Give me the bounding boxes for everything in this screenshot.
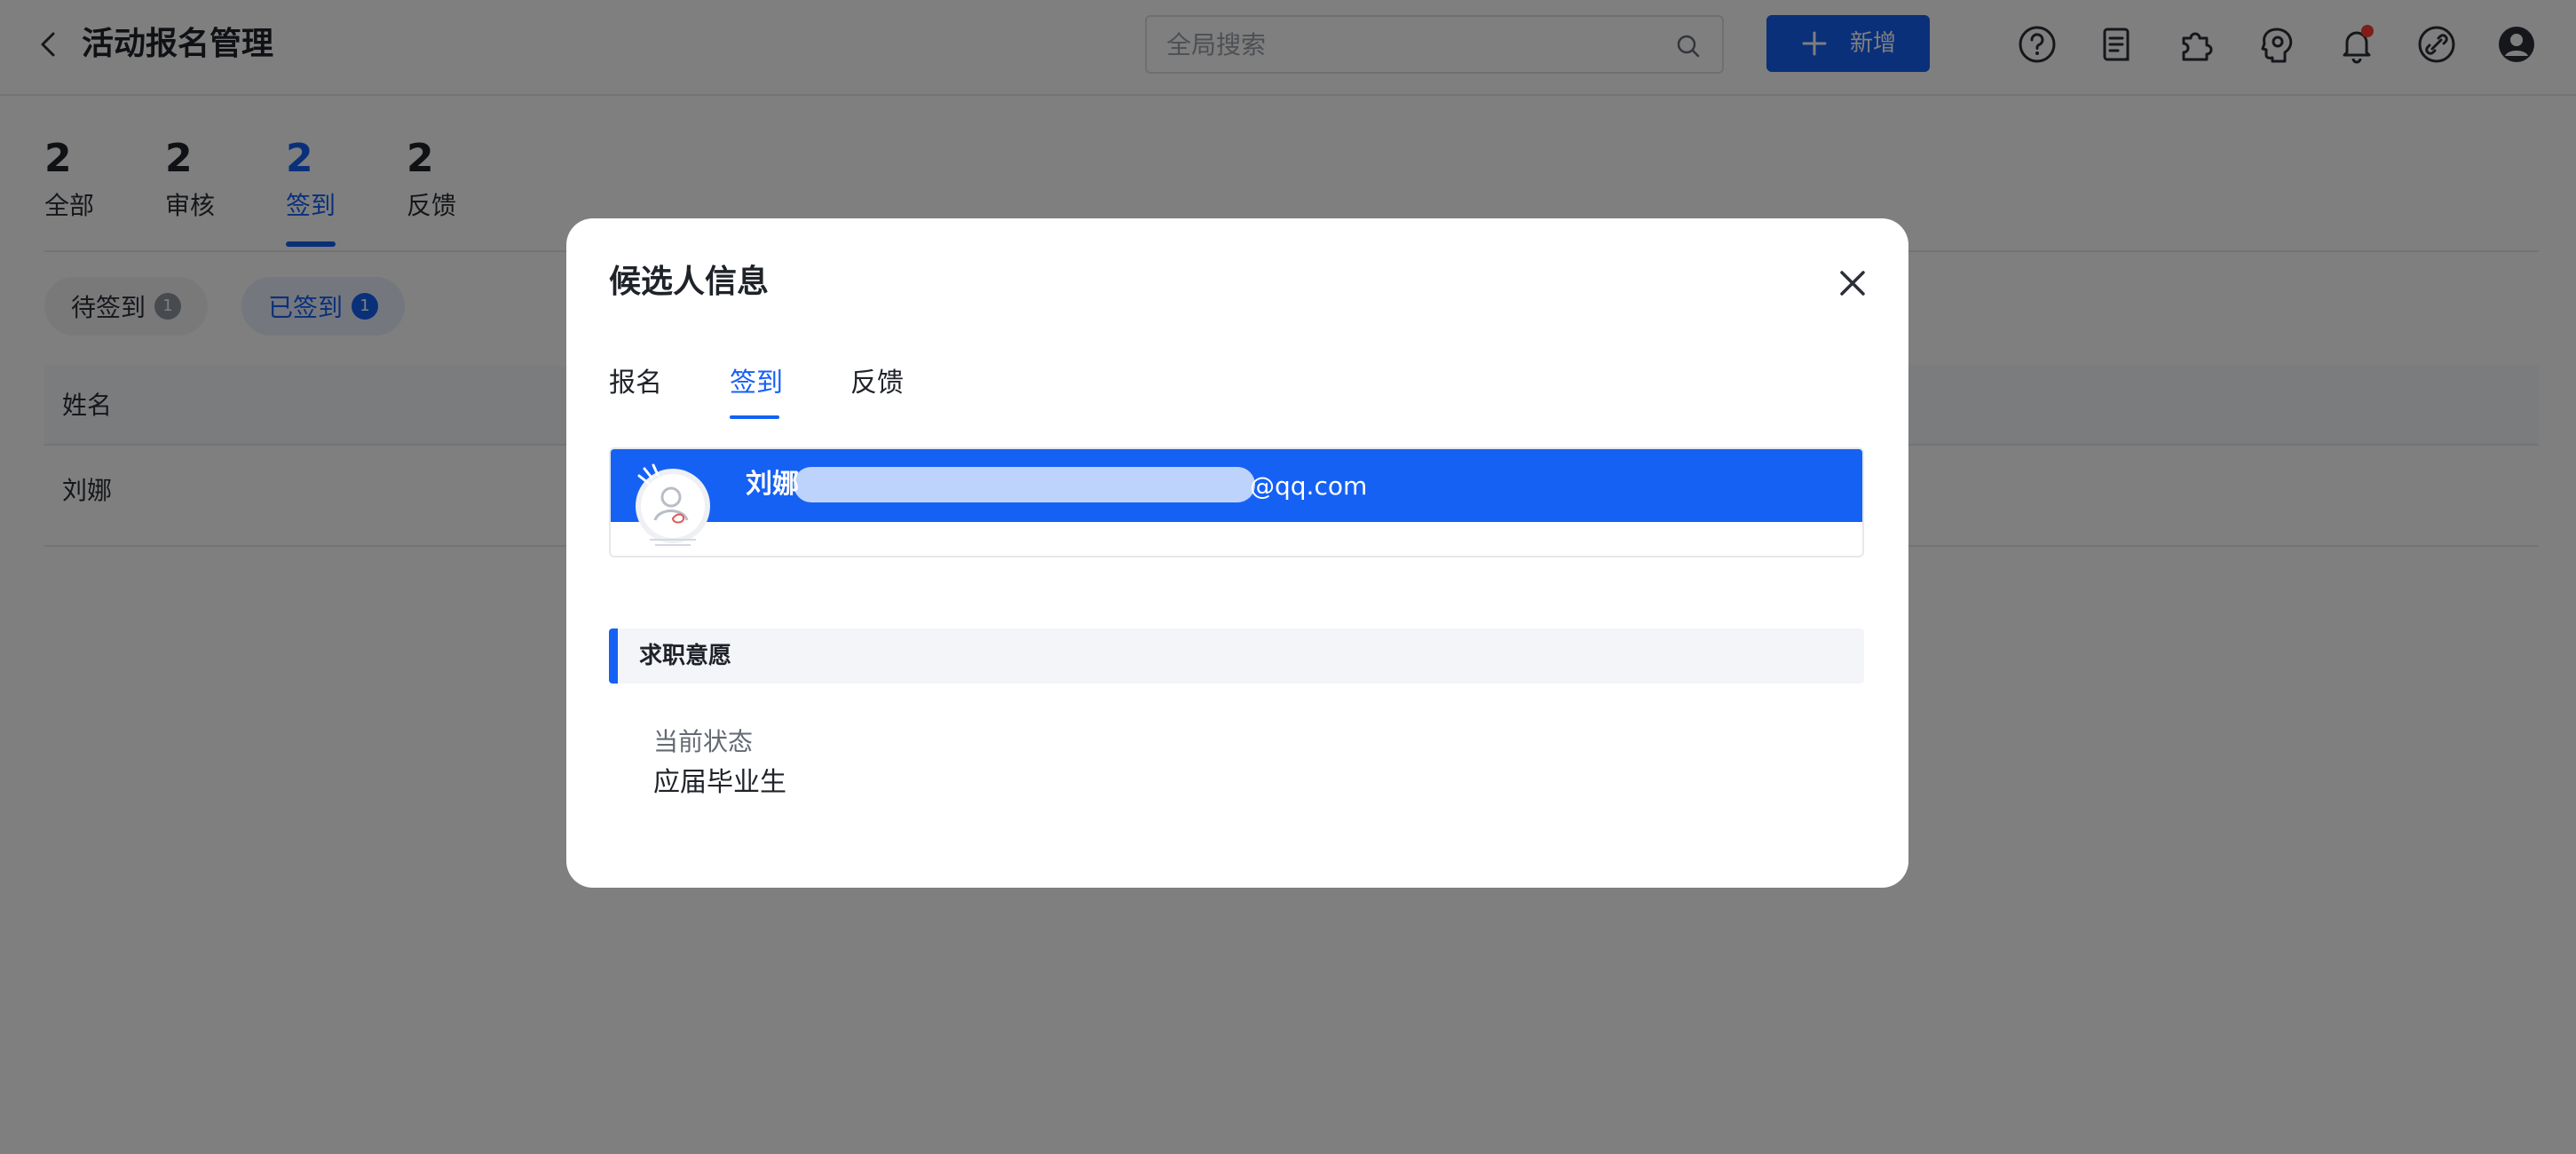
tab-checkin[interactable]: 签到 (730, 366, 783, 401)
section-accent-bar (609, 628, 618, 684)
tab-registration[interactable]: 报名 (609, 366, 662, 401)
avatar[interactable] (627, 456, 719, 549)
section-title: 求职意愿 (639, 643, 732, 669)
candidate-info-modal: 候选人信息 报名 签到 反馈 刘娜 @qq.com 求职意愿 当前状态 应届毕业… (566, 218, 1908, 888)
current-status-label: 当前状态 (653, 727, 754, 756)
tab-feedback[interactable]: 反馈 (850, 366, 904, 401)
redacted-contact-info (794, 467, 1255, 502)
close-icon[interactable] (1837, 268, 1868, 298)
tab-active-underline (730, 415, 779, 419)
candidate-email: @qq.com (1250, 471, 1368, 501)
candidate-card: 刘娜 @qq.com (609, 447, 1864, 557)
current-status-value: 应届毕业生 (653, 767, 786, 798)
candidate-name: 刘娜 (746, 469, 799, 500)
modal-title: 候选人信息 (609, 264, 770, 300)
section-header-job-intention: 求职意愿 (609, 628, 1864, 684)
